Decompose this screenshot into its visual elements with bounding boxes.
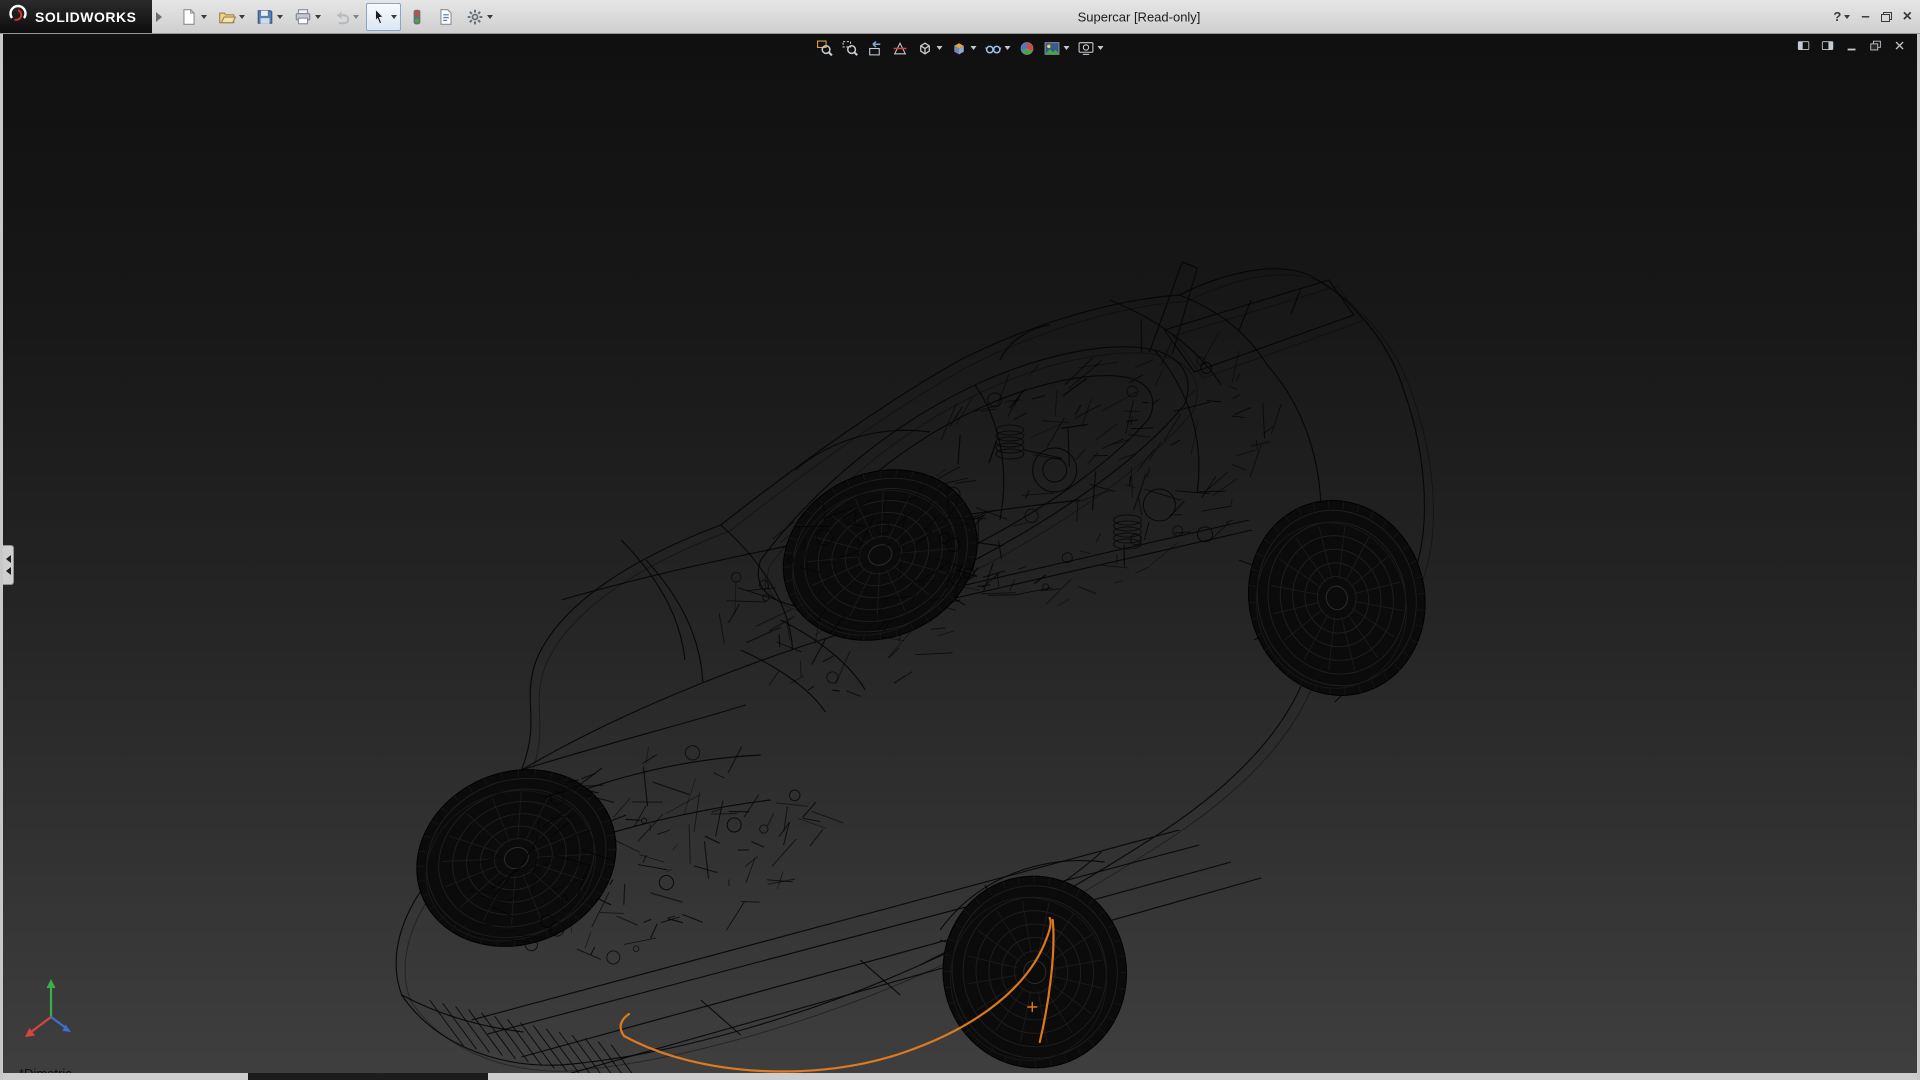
previous-view-button[interactable] [864,36,887,60]
apply-scene-button[interactable] [1041,36,1073,60]
zoom-to-area-icon [842,40,859,57]
section-view-icon [892,40,909,57]
minimize-document-button[interactable] [1843,37,1860,54]
view-orientation-icon [951,40,968,57]
undo-button[interactable] [328,3,363,31]
feature-manager-collapsed-tab[interactable] [3,545,14,585]
document-window-controls [1795,37,1908,54]
dropdown-caret-icon[interactable] [1098,46,1104,50]
rebuild-button[interactable] [404,3,430,31]
options-icon [466,8,484,26]
expand-panel-arrow-icon [6,567,11,575]
zoom-to-area-button[interactable] [839,36,862,60]
headsup-view-toolbar [814,36,1107,60]
restore-document-button[interactable] [1867,37,1884,54]
dropdown-caret-icon[interactable] [315,15,321,19]
display-style-button[interactable] [914,36,946,60]
window-title: Supercar [Read-only] [1078,9,1201,24]
dropdown-caret-icon[interactable] [937,46,943,50]
toggle-right-pane-button[interactable] [1819,37,1836,54]
toggle-left-pane-icon [1797,39,1811,53]
restore-document-icon [1869,39,1883,53]
open-button[interactable] [214,3,249,31]
print-icon [294,8,312,26]
help-icon: ? [1833,9,1841,24]
dropdown-caret-icon[interactable] [353,15,359,19]
file-properties-icon [437,8,455,26]
window-controls: ? – × [1833,0,1912,33]
close-document-icon [1893,39,1907,53]
expand-panel-arrow-icon [6,555,11,563]
select-icon [370,8,388,26]
display-style-icon [917,40,934,57]
restore-button[interactable] [1881,12,1892,22]
close-button[interactable]: × [1903,10,1912,24]
view-orientation-button[interactable] [948,36,980,60]
reference-triad [21,971,85,1050]
previous-view-icon [867,40,884,57]
minimize-document-icon [1845,39,1859,53]
rebuild-icon [408,8,426,26]
hide-show-items-button[interactable] [982,36,1014,60]
zoom-to-fit-icon [817,40,834,57]
wireframe-car-model [3,33,1917,1080]
status-strip-segment [248,1073,488,1080]
status-strip [3,1073,1917,1080]
dropdown-caret-icon[interactable] [391,15,397,19]
view-settings-icon [1078,40,1095,57]
dassault-logo-icon [8,4,28,29]
apply-scene-icon [1044,40,1061,57]
toggle-right-pane-icon [1821,39,1835,53]
titlebar: SOLIDWORKS Supercar [Read-only] ? – × [0,0,1920,34]
options-button[interactable] [462,3,497,31]
hide-show-items-icon [985,40,1002,57]
graphics-area[interactable]: *Dimetric [0,33,1920,1080]
file-properties-button[interactable] [433,3,459,31]
new-document-button[interactable] [176,3,211,31]
solidworks-window: SOLIDWORKS Supercar [Read-only] ? – × [0,0,1920,1080]
select-button[interactable] [366,3,401,31]
brand-name: SOLIDWORKS [35,9,136,25]
save-button[interactable] [252,3,287,31]
new-document-icon [180,8,198,26]
main-toolbar [176,3,497,31]
brand-area: SOLIDWORKS [0,0,152,33]
edit-appearance-icon [1019,40,1036,57]
save-icon [256,8,274,26]
help-dropdown-caret-icon[interactable] [1844,15,1850,19]
dropdown-caret-icon[interactable] [971,46,977,50]
dropdown-caret-icon[interactable] [201,15,207,19]
edit-appearance-button[interactable] [1016,36,1039,60]
minimize-button[interactable]: – [1861,12,1869,22]
section-view-button[interactable] [889,36,912,60]
dropdown-caret-icon[interactable] [1064,46,1070,50]
dropdown-caret-icon[interactable] [277,15,283,19]
dropdown-caret-icon[interactable] [487,15,493,19]
help-button[interactable]: ? [1833,9,1850,24]
dropdown-caret-icon[interactable] [239,15,245,19]
toggle-left-pane-button[interactable] [1795,37,1812,54]
zoom-to-fit-button[interactable] [814,36,837,60]
dropdown-caret-icon[interactable] [1005,46,1011,50]
open-icon [218,8,236,26]
view-settings-button[interactable] [1075,36,1107,60]
close-document-button[interactable] [1891,37,1908,54]
print-button[interactable] [290,3,325,31]
menu-expand-caret-icon[interactable] [156,12,162,22]
undo-icon [332,8,350,26]
